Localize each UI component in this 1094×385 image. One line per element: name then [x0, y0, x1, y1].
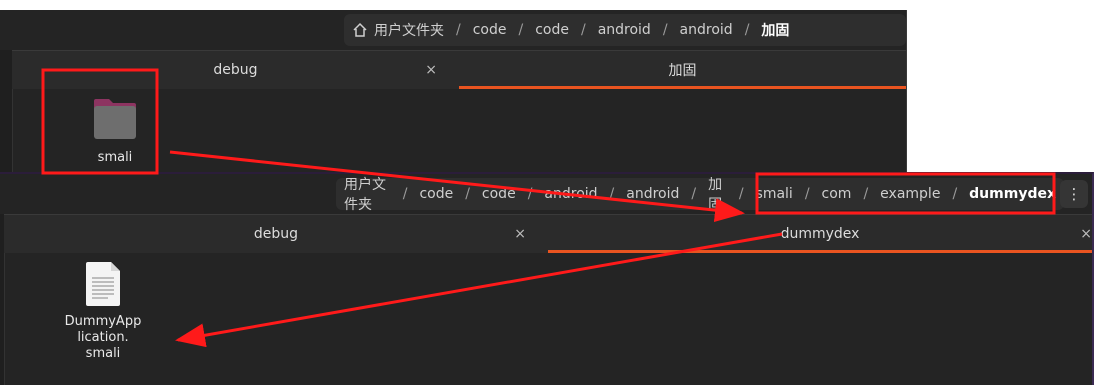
header-bar: 用户文件夹 / code / code / android / android … — [0, 174, 1092, 214]
breadcrumb-android[interactable]: android — [626, 186, 679, 202]
tab-label: dummydex — [780, 226, 860, 242]
breadcrumb-code[interactable]: code — [482, 186, 516, 202]
path-bar[interactable]: 用户文件夹 / code / code / android / android … — [344, 14, 906, 46]
header-bar: 用户文件夹 / code / code / android / android … — [0, 10, 906, 50]
breadcrumb-separator: / — [804, 186, 810, 202]
breadcrumb-home[interactable]: 用户文件夹 — [374, 20, 444, 40]
path-bar[interactable]: 用户文件夹 / code / code / android / android … — [336, 177, 1064, 213]
breadcrumb-separator: / — [744, 22, 750, 38]
breadcrumb-com[interactable]: com — [822, 186, 852, 202]
breadcrumb-separator: / — [738, 186, 744, 202]
file-name-line: smali — [85, 346, 121, 361]
tab-bar: debug × 加固 — [12, 50, 906, 90]
tab-jiagu[interactable]: 加固 — [459, 51, 906, 89]
breadcrumb-separator: / — [402, 186, 408, 202]
breadcrumb-separator: / — [456, 22, 461, 38]
file-manager-window-top: 用户文件夹 / code / code / android / android … — [0, 10, 907, 175]
folder-item-smali[interactable]: smali — [79, 97, 151, 166]
breadcrumb-smali[interactable]: smali — [756, 186, 793, 202]
tab-label: 加固 — [668, 63, 697, 79]
breadcrumb-android[interactable]: android — [544, 186, 597, 202]
tab-debug[interactable]: debug × — [12, 51, 459, 89]
file-name-line: lication. — [77, 330, 129, 345]
file-name-line: DummyApp — [64, 314, 142, 329]
file-view: smali — [12, 89, 906, 175]
home-icon — [353, 22, 367, 37]
breadcrumb-current[interactable]: 加固 — [761, 20, 789, 40]
breadcrumb-separator: / — [580, 22, 586, 38]
breadcrumb-code[interactable]: code — [473, 22, 507, 38]
menu-button[interactable]: ⋮ — [1060, 180, 1088, 208]
breadcrumb-jiagu[interactable]: 加固 — [708, 174, 727, 214]
text-file-icon — [86, 262, 120, 306]
file-manager-window-bottom: 用户文件夹 / code / code / android / android … — [0, 172, 1094, 385]
sidebar-edge — [0, 50, 12, 175]
breadcrumb-code[interactable]: code — [419, 186, 453, 202]
breadcrumb-separator: / — [527, 186, 533, 202]
tab-dummydex[interactable]: dummydex × — [548, 215, 1092, 253]
close-tab-icon[interactable]: × — [425, 62, 437, 78]
breadcrumb-current[interactable]: dummydex — [969, 186, 1056, 202]
breadcrumb-android[interactable]: android — [680, 22, 733, 38]
breadcrumb-separator: / — [518, 22, 524, 38]
breadcrumb-separator: / — [691, 186, 697, 202]
folder-icon — [94, 99, 136, 139]
breadcrumb-separator: / — [662, 22, 668, 38]
tab-label: debug — [253, 226, 299, 242]
breadcrumb-home[interactable]: 用户文件夹 — [344, 174, 391, 214]
breadcrumb-separator: / — [465, 186, 470, 202]
tab-bar: debug × dummydex × — [4, 214, 1092, 254]
file-name: smali — [97, 150, 133, 165]
file-view: DummyApp lication. smali — [4, 253, 1092, 385]
close-tab-icon[interactable]: × — [514, 226, 526, 242]
breadcrumb-code[interactable]: code — [535, 22, 569, 38]
breadcrumb-separator: / — [863, 186, 869, 202]
breadcrumb-separator: / — [609, 186, 615, 202]
breadcrumb-android[interactable]: android — [598, 22, 651, 38]
kebab-menu-icon: ⋮ — [1066, 185, 1082, 203]
breadcrumb-example[interactable]: example — [880, 186, 940, 202]
tab-label: debug — [213, 62, 258, 78]
tab-debug[interactable]: debug × — [4, 215, 548, 253]
file-item-dummyapplication-smali[interactable]: DummyApp lication. smali — [57, 261, 149, 362]
breadcrumb-separator: / — [952, 186, 958, 202]
close-tab-icon[interactable]: × — [1080, 226, 1092, 242]
